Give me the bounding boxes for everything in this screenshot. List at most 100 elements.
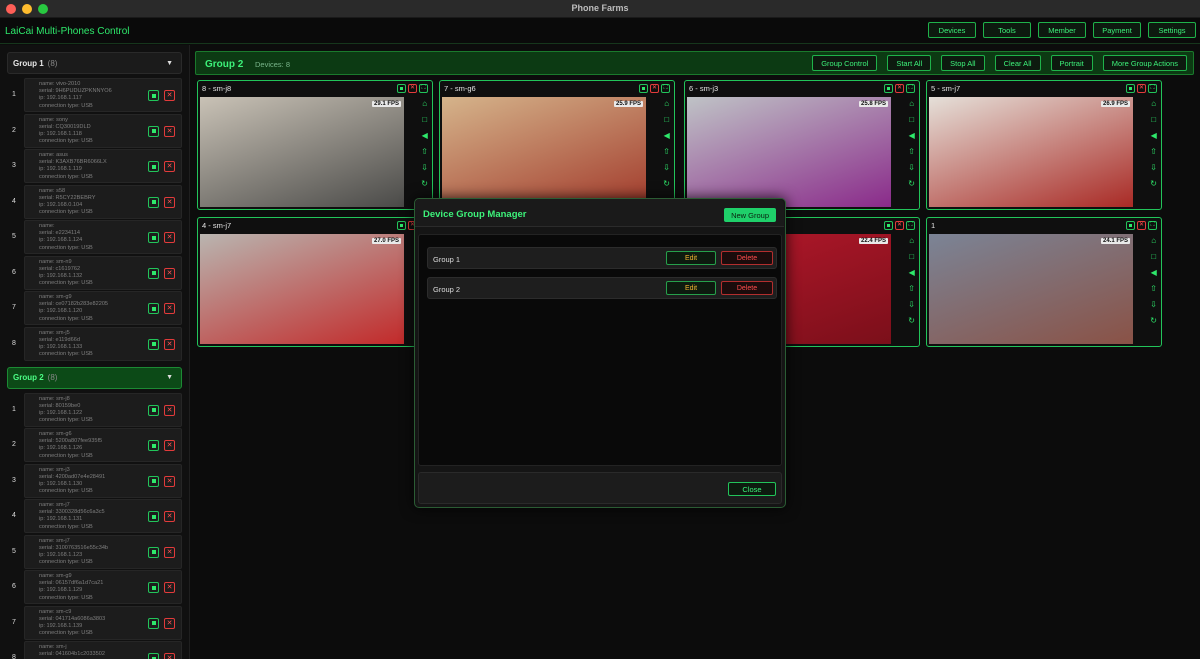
fullscreen-icon[interactable]: ⛶: [906, 84, 915, 93]
start-all-button[interactable]: Start All: [887, 55, 932, 71]
edit-group-button[interactable]: Edit: [666, 281, 716, 295]
start-device-button[interactable]: [148, 546, 159, 558]
group-header-1[interactable]: Group 1 (8) ▼: [7, 52, 182, 74]
fullscreen-icon[interactable]: ⛶: [419, 84, 428, 93]
fullscreen-icon[interactable]: ⛶: [1148, 221, 1157, 230]
volume-down-icon[interactable]: ⇩: [421, 163, 428, 173]
device-list-item[interactable]: 5 name: sm-j7 serial: 3100763516e55c34b ip:…: [12, 534, 182, 569]
rotate-icon[interactable]: ↻: [908, 316, 915, 326]
device-screen[interactable]: 25.8 FPS: [687, 97, 891, 207]
square-icon[interactable]: □: [422, 115, 427, 125]
remove-device-button[interactable]: ✕: [164, 582, 175, 593]
home-icon[interactable]: ⌂: [664, 99, 669, 109]
nav-devices-button[interactable]: Devices: [928, 22, 976, 38]
delete-group-button[interactable]: Delete: [721, 251, 773, 265]
stop-device-button[interactable]: ✕: [895, 84, 904, 93]
home-icon[interactable]: ⌂: [1151, 99, 1156, 109]
nav-tools-button[interactable]: Tools: [983, 22, 1031, 38]
back-icon[interactable]: ◀: [664, 131, 670, 141]
device-list-item[interactable]: 3 name: asus serial: K3AXB76BR6066LX ip: 19…: [12, 149, 182, 183]
home-icon[interactable]: ⌂: [422, 99, 427, 109]
start-device-button[interactable]: [397, 84, 406, 93]
delete-group-button[interactable]: Delete: [721, 281, 773, 295]
device-list-item[interactable]: 6 name: sm-n9 serial: c1619762 ip: 192.168.…: [12, 255, 182, 290]
back-icon[interactable]: ◀: [1151, 131, 1157, 141]
device-screen[interactable]: 29.1 FPS: [200, 97, 404, 207]
device-list-item[interactable]: 4 name: s58 serial: R5CY22BEBRY ip: 192.168…: [12, 184, 182, 219]
volume-down-icon[interactable]: ⇩: [1150, 300, 1157, 310]
device-list-item[interactable]: 1 name: sm-j8 serial: 80159be0 ip: 192.168.…: [12, 392, 182, 427]
square-icon[interactable]: □: [664, 115, 669, 125]
volume-down-icon[interactable]: ⇩: [908, 300, 915, 310]
device-list-item[interactable]: 2 name: sm-g6 serial: 5200a807fee935f5 ip: …: [12, 428, 182, 462]
volume-up-icon[interactable]: ⇧: [421, 147, 428, 157]
device-screen[interactable]: 25.9 FPS: [442, 97, 646, 207]
new-group-button[interactable]: New Group: [724, 208, 776, 222]
device-list-item[interactable]: 4 name: sm-j7 serial: 3300328d56c6a3c5 ip: …: [12, 499, 182, 533]
fullscreen-icon[interactable]: ⛶: [906, 221, 915, 230]
start-device-button[interactable]: [148, 267, 159, 279]
device-list-item[interactable]: 1 name: vivo-2010 serial: 9H6PUDUZPKNNYO6 i…: [12, 78, 182, 112]
start-device-button[interactable]: [148, 232, 159, 243]
fullscreen-icon[interactable]: ⛶: [661, 84, 670, 93]
remove-device-button[interactable]: ✕: [164, 196, 175, 208]
back-icon[interactable]: ◀: [422, 131, 428, 141]
more-group-actions-button[interactable]: More Group Actions: [1102, 55, 1187, 71]
remove-device-button[interactable]: ✕: [164, 90, 175, 101]
start-device-button[interactable]: [148, 653, 159, 659]
remove-device-button[interactable]: ✕: [164, 125, 175, 137]
start-device-button[interactable]: [148, 338, 159, 350]
remove-device-button[interactable]: ✕: [164, 440, 175, 451]
start-device-button[interactable]: [884, 84, 893, 93]
device-screen[interactable]: 24.1 FPS: [929, 234, 1133, 344]
device-card[interactable]: 8 - sm-j8 ✕ ⛶ 29.1 FPS ⌂ □ ◀ ⇧ ⇩ ↻: [197, 80, 433, 210]
remove-device-button[interactable]: ✕: [164, 161, 175, 172]
remove-device-button[interactable]: ✕: [164, 267, 175, 279]
start-device-button[interactable]: [148, 440, 159, 451]
nav-member-button[interactable]: Member: [1038, 22, 1086, 38]
square-icon[interactable]: □: [1151, 252, 1156, 262]
start-device-button[interactable]: [148, 90, 159, 101]
rotate-icon[interactable]: ↻: [663, 179, 670, 189]
device-list-item[interactable]: 5 name: serial: e2234114 ip: 192.168.1.124 c…: [12, 220, 182, 254]
home-icon[interactable]: ⌂: [1151, 236, 1156, 246]
chevron-down-icon[interactable]: ▼: [166, 374, 173, 381]
fullscreen-icon[interactable]: ⛶: [1148, 84, 1157, 93]
square-icon[interactable]: □: [909, 115, 914, 125]
volume-up-icon[interactable]: ⇧: [1150, 147, 1157, 157]
volume-down-icon[interactable]: ⇩: [908, 163, 915, 173]
remove-device-button[interactable]: ✕: [164, 338, 175, 350]
chevron-down-icon[interactable]: ▼: [166, 60, 173, 67]
device-list-item[interactable]: 2 name: sony serial: CQ30019DLD ip: 192.168…: [12, 113, 182, 148]
back-icon[interactable]: ◀: [909, 131, 915, 141]
group-header-2[interactable]: Group 2 (8) ▼: [7, 366, 182, 389]
device-list-item[interactable]: 8 name: sm-j serial: 041604b1c2033502 ✕: [12, 641, 182, 659]
device-list-item[interactable]: 6 name: sm-g9 serial: 06157df6a1d7ca21 ip: …: [12, 570, 182, 604]
device-list-item[interactable]: 7 name: sm-c9 serial: 041714a6086a3803 ip: …: [12, 605, 182, 640]
start-device-button[interactable]: [639, 84, 648, 93]
start-device-button[interactable]: [148, 125, 159, 137]
volume-up-icon[interactable]: ⇧: [663, 147, 670, 157]
nav-settings-button[interactable]: Settings: [1148, 22, 1196, 38]
device-card[interactable]: 7 - sm-g6 ✕ ⛶ 25.9 FPS ⌂ □ ◀ ⇧ ⇩ ↻: [439, 80, 675, 210]
start-device-button[interactable]: [148, 303, 159, 314]
stop-device-button[interactable]: ✕: [408, 84, 417, 93]
portrait-button[interactable]: Portrait: [1050, 55, 1093, 71]
back-icon[interactable]: ◀: [1151, 268, 1157, 278]
stop-device-button[interactable]: ✕: [895, 221, 904, 230]
remove-device-button[interactable]: ✕: [164, 232, 175, 243]
start-device-button[interactable]: [148, 161, 159, 172]
device-screen[interactable]: 26.9 FPS: [929, 97, 1133, 207]
remove-device-button[interactable]: ✕: [164, 404, 175, 416]
rotate-icon[interactable]: ↻: [1150, 316, 1157, 326]
back-icon[interactable]: ◀: [909, 268, 915, 278]
square-icon[interactable]: □: [909, 252, 914, 262]
start-device-button[interactable]: [1126, 84, 1135, 93]
edit-group-button[interactable]: Edit: [666, 251, 716, 265]
start-device-button[interactable]: [148, 196, 159, 208]
volume-down-icon[interactable]: ⇩: [663, 163, 670, 173]
volume-up-icon[interactable]: ⇧: [1150, 284, 1157, 294]
device-screen[interactable]: 27.0 FPS: [200, 234, 404, 344]
remove-device-button[interactable]: ✕: [164, 303, 175, 314]
stop-all-button[interactable]: Stop All: [941, 55, 985, 71]
